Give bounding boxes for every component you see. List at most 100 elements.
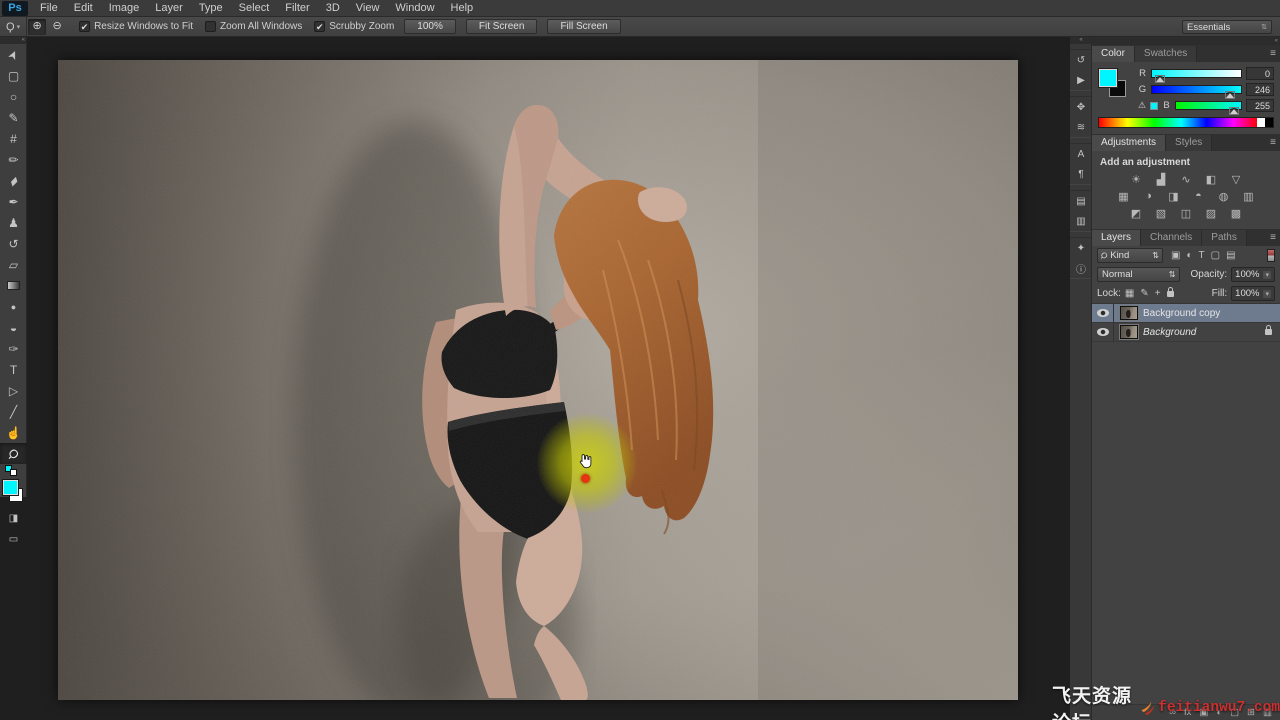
tab-adjustments[interactable]: Adjustments <box>1092 135 1167 151</box>
gamut-warning-icon[interactable]: ⚠ <box>1138 100 1146 111</box>
menu-edit[interactable]: Edit <box>66 0 101 17</box>
current-tool-preview[interactable]: Ϙ ▾ <box>0 17 28 36</box>
exposure-button[interactable]: ◧ <box>1203 172 1220 186</box>
channel-mixer-button[interactable]: ◍ <box>1215 189 1232 203</box>
color-lookup-button[interactable]: ▥ <box>1240 189 1257 203</box>
resize-windows-checkbox[interactable]: ✔ Resize Windows to Fit <box>79 21 193 32</box>
menu-image[interactable]: Image <box>101 0 148 17</box>
pen-tool[interactable]: ✑ <box>0 338 27 359</box>
default-colors-button[interactable] <box>0 464 27 476</box>
filter-smart-objects-icon[interactable]: ▤ <box>1226 250 1235 261</box>
spot-healing-brush-tool[interactable]: ▰ <box>0 170 27 191</box>
red-slider[interactable] <box>1151 69 1242 83</box>
layer-thumbnail[interactable] <box>1119 324 1139 340</box>
rectangular-marquee-tool[interactable]: ▢ <box>0 65 27 86</box>
notes-panel-button[interactable]: ▤ <box>1070 191 1092 211</box>
layer-row-background[interactable]: Background <box>1092 322 1280 342</box>
tab-styles[interactable]: Styles <box>1166 135 1213 151</box>
blue-value-field[interactable]: 255 <box>1246 99 1274 112</box>
photo-filter-button[interactable]: ◓ <box>1190 189 1207 203</box>
panel-dock-collapse-chevrons[interactable]: « <box>1092 37 1280 45</box>
menu-select[interactable]: Select <box>231 0 278 17</box>
actions-panel-button[interactable]: ▶ <box>1070 70 1092 90</box>
paragraph-panel-button[interactable]: ¶ <box>1070 164 1092 184</box>
hue-saturation-button[interactable]: ▦ <box>1115 189 1132 203</box>
posterize-button[interactable]: ▧ <box>1153 206 1170 220</box>
properties-panel-button[interactable]: ✥ <box>1070 97 1092 117</box>
brush-tool[interactable]: ✒ <box>0 191 27 212</box>
layer-row-background-copy[interactable]: Background copy <box>1092 303 1280 323</box>
web-color-cube-icon[interactable] <box>1150 101 1159 110</box>
toolbar-collapse-chevrons[interactable]: « <box>0 37 26 44</box>
slider-thumb[interactable] <box>1155 75 1165 83</box>
filter-type-layers-icon[interactable]: T <box>1199 250 1205 261</box>
black-white-button[interactable]: ◨ <box>1165 189 1182 203</box>
opacity-field[interactable]: 100% ▾ <box>1231 267 1275 282</box>
hand-tool[interactable]: ☝ <box>0 422 27 443</box>
tab-layers[interactable]: Layers <box>1092 230 1142 246</box>
lasso-tool[interactable]: ○ <box>0 86 27 107</box>
screen-mode-button[interactable]: ▭ <box>0 529 27 550</box>
gradient-map-button[interactable]: ▩ <box>1228 206 1245 220</box>
blue-slider[interactable] <box>1175 101 1242 115</box>
lock-transparency-icon[interactable]: ▦ <box>1125 288 1134 299</box>
zoom-100-button[interactable]: 100% <box>404 19 456 34</box>
visibility-toggle[interactable] <box>1092 303 1114 323</box>
lock-position-icon[interactable]: + <box>1155 288 1161 299</box>
filter-kind-dropdown[interactable]: Ϙ Kind ⇅ <box>1097 248 1163 263</box>
foreground-color-swatch[interactable] <box>1098 68 1118 88</box>
menu-view[interactable]: View <box>348 0 388 17</box>
quick-mask-button[interactable]: ◨ <box>0 508 27 529</box>
tab-channels[interactable]: Channels <box>1141 230 1203 246</box>
eraser-tool[interactable]: ▱ <box>0 254 27 275</box>
masks-panel-button[interactable]: ≋ <box>1070 117 1092 137</box>
color-spectrum-ramp[interactable] <box>1098 117 1274 128</box>
panel-menu-icon[interactable]: ≡ <box>1270 137 1276 148</box>
gradient-tool[interactable] <box>0 275 27 296</box>
panel-menu-icon[interactable]: ≡ <box>1270 232 1276 243</box>
clone-stamp-tool[interactable]: ♟ <box>0 212 27 233</box>
dock-collapse-chevrons[interactable]: « <box>1070 37 1091 44</box>
red-value-field[interactable]: 0 <box>1246 67 1274 80</box>
tool-presets-panel-button[interactable]: ✦ <box>1070 238 1092 258</box>
filter-shape-layers-icon[interactable]: ▢ <box>1211 250 1220 261</box>
brightness-contrast-button[interactable]: ☀ <box>1128 172 1145 186</box>
menu-type[interactable]: Type <box>191 0 231 17</box>
threshold-button[interactable]: ◫ <box>1178 206 1195 220</box>
zoom-all-windows-checkbox[interactable]: Zoom All Windows <box>205 21 302 32</box>
menu-layer[interactable]: Layer <box>147 0 191 17</box>
filter-pixel-layers-icon[interactable]: ▣ <box>1171 250 1180 261</box>
green-value-field[interactable]: 246 <box>1246 83 1274 96</box>
eyedropper-tool[interactable]: ✏ <box>0 149 27 170</box>
color-balance-button[interactable]: ◑ <box>1140 189 1157 203</box>
menu-file[interactable]: File <box>32 0 66 17</box>
menu-help[interactable]: Help <box>443 0 482 17</box>
info-panel-button[interactable]: ⓘ <box>1070 258 1092 278</box>
selective-color-button[interactable]: ▨ <box>1203 206 1220 220</box>
tab-swatches[interactable]: Swatches <box>1134 46 1198 62</box>
green-slider[interactable] <box>1151 85 1242 99</box>
paragraph-styles-panel-button[interactable]: ▥ <box>1070 211 1092 231</box>
slider-thumb[interactable] <box>1225 91 1235 99</box>
dodge-tool[interactable]: ◒ <box>0 317 27 338</box>
workspace-selector[interactable]: Essentials ⇅ <box>1182 20 1272 34</box>
zoom-out-button[interactable]: ⊖ <box>48 19 66 35</box>
character-panel-button[interactable]: A <box>1070 144 1092 164</box>
foreground-color-swatch[interactable] <box>2 479 19 496</box>
fill-field[interactable]: 100% ▾ <box>1231 286 1275 301</box>
crop-tool[interactable]: # <box>0 128 27 149</box>
filter-adjustment-layers-icon[interactable]: ◐ <box>1186 250 1192 261</box>
curves-button[interactable]: ∿ <box>1178 172 1195 186</box>
blend-mode-dropdown[interactable]: Normal ⇅ <box>1097 267 1181 282</box>
zoom-tool[interactable]: Ϙ <box>0 443 27 464</box>
scrubby-zoom-checkbox[interactable]: ✔ Scrubby Zoom <box>314 21 394 32</box>
filtering-toggle[interactable] <box>1267 249 1275 262</box>
vibrance-button[interactable]: ▽ <box>1228 172 1245 186</box>
tab-paths[interactable]: Paths <box>1202 230 1247 246</box>
history-panel-button[interactable]: ↺ <box>1070 50 1092 70</box>
lock-pixels-icon[interactable]: ✎ <box>1140 288 1148 299</box>
blur-tool[interactable]: ● <box>0 296 27 317</box>
fit-screen-button[interactable]: Fit Screen <box>465 19 538 34</box>
menu-filter[interactable]: Filter <box>277 0 317 17</box>
layer-thumbnail[interactable] <box>1119 305 1139 321</box>
